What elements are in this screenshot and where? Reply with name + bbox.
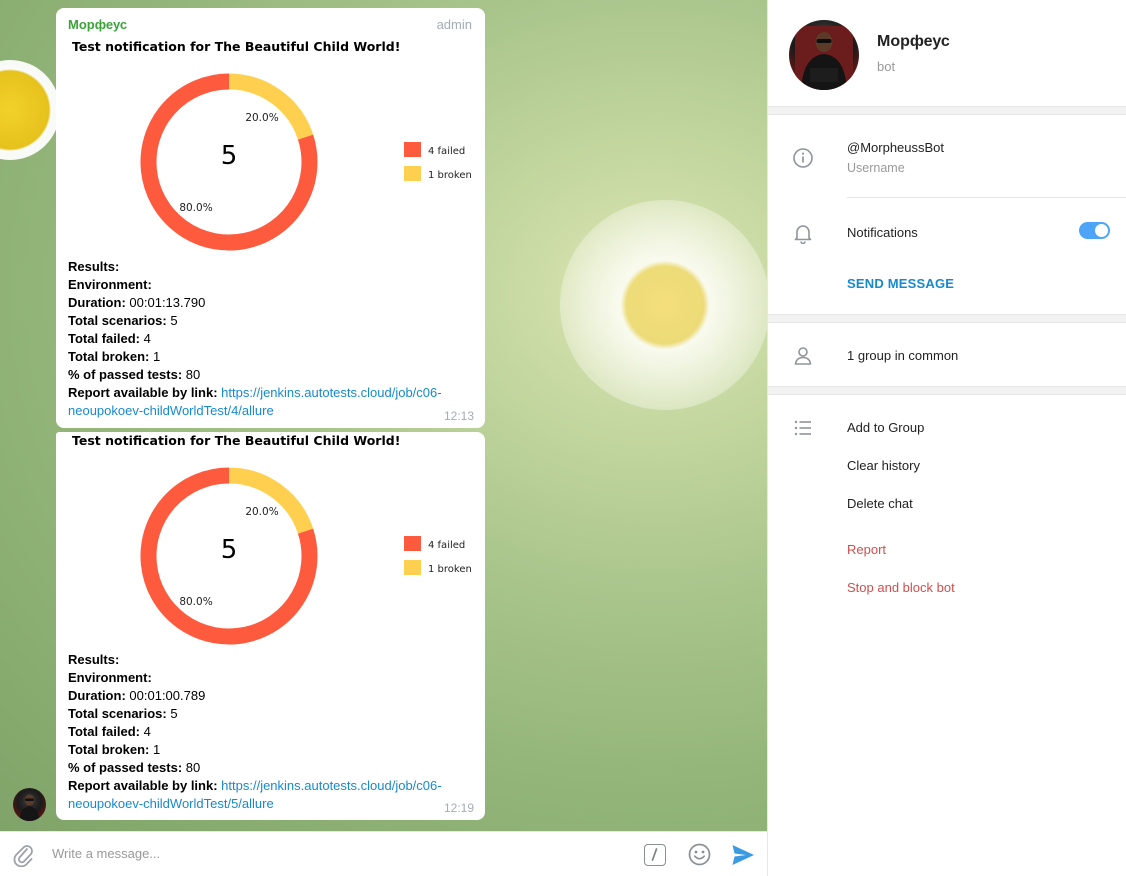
message-time: 12:13	[443, 409, 474, 423]
add-to-group-action[interactable]: Add to Group	[847, 420, 924, 435]
message-composer: Write a message...	[0, 831, 767, 876]
notifications-label: Notifications	[847, 225, 918, 240]
failed-percent-label: 80.0%	[179, 596, 212, 608]
test-results-chart[interactable]: Test notification for The Beautiful Chil…	[66, 432, 481, 650]
legend-failed-swatch	[404, 142, 421, 157]
report-link-label: Report available by link:	[68, 778, 218, 793]
total-scenarios-label: Total scenarios:	[68, 706, 167, 721]
morpheus-avatar-image	[795, 26, 853, 90]
bot-info-panel: Морфеус bot @MorpheussBot Username Notif…	[767, 0, 1126, 876]
groups-in-common[interactable]: 1 group in common	[847, 348, 958, 363]
duration-label: Duration:	[68, 688, 126, 703]
row-divider	[847, 197, 1126, 198]
total-failed-label: Total failed:	[68, 724, 140, 739]
passed-value: 80	[185, 760, 201, 775]
test-results-chart[interactable]: Test notification for The Beautiful Chil…	[66, 38, 481, 256]
message-bubble[interactable]: Test notification for The Beautiful Chil…	[56, 432, 485, 820]
bot-username[interactable]: @MorpheussBot	[847, 140, 944, 155]
send-message-button[interactable]: SEND MESSAGE	[847, 276, 954, 291]
background-flower-left	[0, 60, 60, 160]
bot-name: Морфеус	[877, 33, 950, 50]
total-scenarios-value: 5	[170, 706, 178, 721]
bot-avatar[interactable]	[789, 20, 859, 90]
admin-badge: admin	[436, 17, 472, 32]
broken-percent-label: 20.0%	[245, 112, 278, 124]
list-icon	[794, 420, 811, 436]
total-failed-value: 4	[143, 724, 151, 739]
total-broken-label: Total broken:	[68, 349, 150, 364]
failed-percent-label: 80.0%	[179, 202, 212, 214]
info-icon	[793, 148, 813, 168]
total-scenarios-value: 5	[170, 313, 178, 328]
morpheus-avatar-image	[19, 794, 40, 821]
report-link-label: Report available by link:	[68, 385, 218, 400]
smile-icon[interactable]	[688, 843, 711, 866]
legend-failed-swatch	[404, 536, 421, 551]
duration-value: 00:01:00.789	[129, 688, 206, 703]
legend-broken-swatch	[404, 166, 421, 181]
username-label: Username	[847, 161, 905, 175]
total-broken-label: Total broken:	[68, 742, 150, 757]
legend-failed-label: 4 failed	[428, 540, 465, 551]
message-input[interactable]: Write a message...	[52, 846, 160, 861]
environment-label: Environment:	[68, 670, 152, 685]
total-broken-value: 1	[153, 742, 161, 757]
message-time: 12:19	[443, 801, 474, 815]
passed-label: % of passed tests:	[68, 760, 183, 775]
clear-history-action[interactable]: Clear history	[847, 458, 920, 473]
legend-broken-label: 1 broken	[428, 170, 472, 181]
total-failed-value: 4	[143, 331, 151, 346]
background-flower-right	[560, 200, 767, 410]
environment-label: Environment:	[68, 277, 152, 292]
toggle-knob	[1095, 224, 1108, 237]
broken-percent-label: 20.0%	[245, 506, 278, 518]
report-action[interactable]: Report	[847, 542, 886, 557]
message-sender[interactable]: Морфеус	[68, 17, 127, 32]
total-broken-value: 1	[153, 349, 161, 364]
results-label: Results:	[68, 652, 120, 667]
section-separator	[768, 386, 1126, 395]
legend-broken-label: 1 broken	[428, 564, 472, 575]
user-icon	[794, 347, 812, 365]
chart-title: Test notification for The Beautiful Chil…	[72, 433, 400, 448]
total-failed-label: Total failed:	[68, 331, 140, 346]
delete-chat-action[interactable]: Delete chat	[847, 496, 913, 511]
report-text: Results: Environment: Duration: 00:01:00…	[68, 651, 478, 813]
legend-failed-label: 4 failed	[428, 146, 465, 157]
legend-broken-swatch	[404, 560, 421, 575]
chart-center-value: 5	[221, 535, 238, 565]
results-label: Results:	[68, 259, 120, 274]
duration-label: Duration:	[68, 295, 126, 310]
paperclip-icon[interactable]	[12, 843, 34, 867]
section-separator	[768, 314, 1126, 323]
report-text: Results: Environment: Duration: 00:01:13…	[68, 258, 478, 420]
chat-area: Морфеус admin Test notification for The …	[0, 0, 767, 831]
message-bubble[interactable]: Морфеус admin Test notification for The …	[56, 8, 485, 428]
passed-label: % of passed tests:	[68, 367, 183, 382]
donut-segment-broken	[228, 73, 314, 140]
duration-value: 00:01:13.790	[129, 295, 206, 310]
donut-segment-broken	[228, 467, 314, 534]
section-separator	[768, 106, 1126, 115]
bell-icon	[794, 225, 812, 244]
chart-title: Test notification for The Beautiful Chil…	[72, 39, 400, 54]
passed-value: 80	[185, 367, 201, 382]
chart-center-value: 5	[221, 141, 238, 171]
stop-and-block-bot-action[interactable]: Stop and block bot	[847, 580, 955, 595]
sender-avatar[interactable]	[13, 788, 46, 821]
bot-subtitle: bot	[877, 59, 896, 74]
send-arrow-icon[interactable]	[731, 843, 755, 867]
slash-command-icon[interactable]	[644, 844, 666, 866]
notifications-toggle[interactable]	[1079, 222, 1110, 239]
total-scenarios-label: Total scenarios:	[68, 313, 167, 328]
